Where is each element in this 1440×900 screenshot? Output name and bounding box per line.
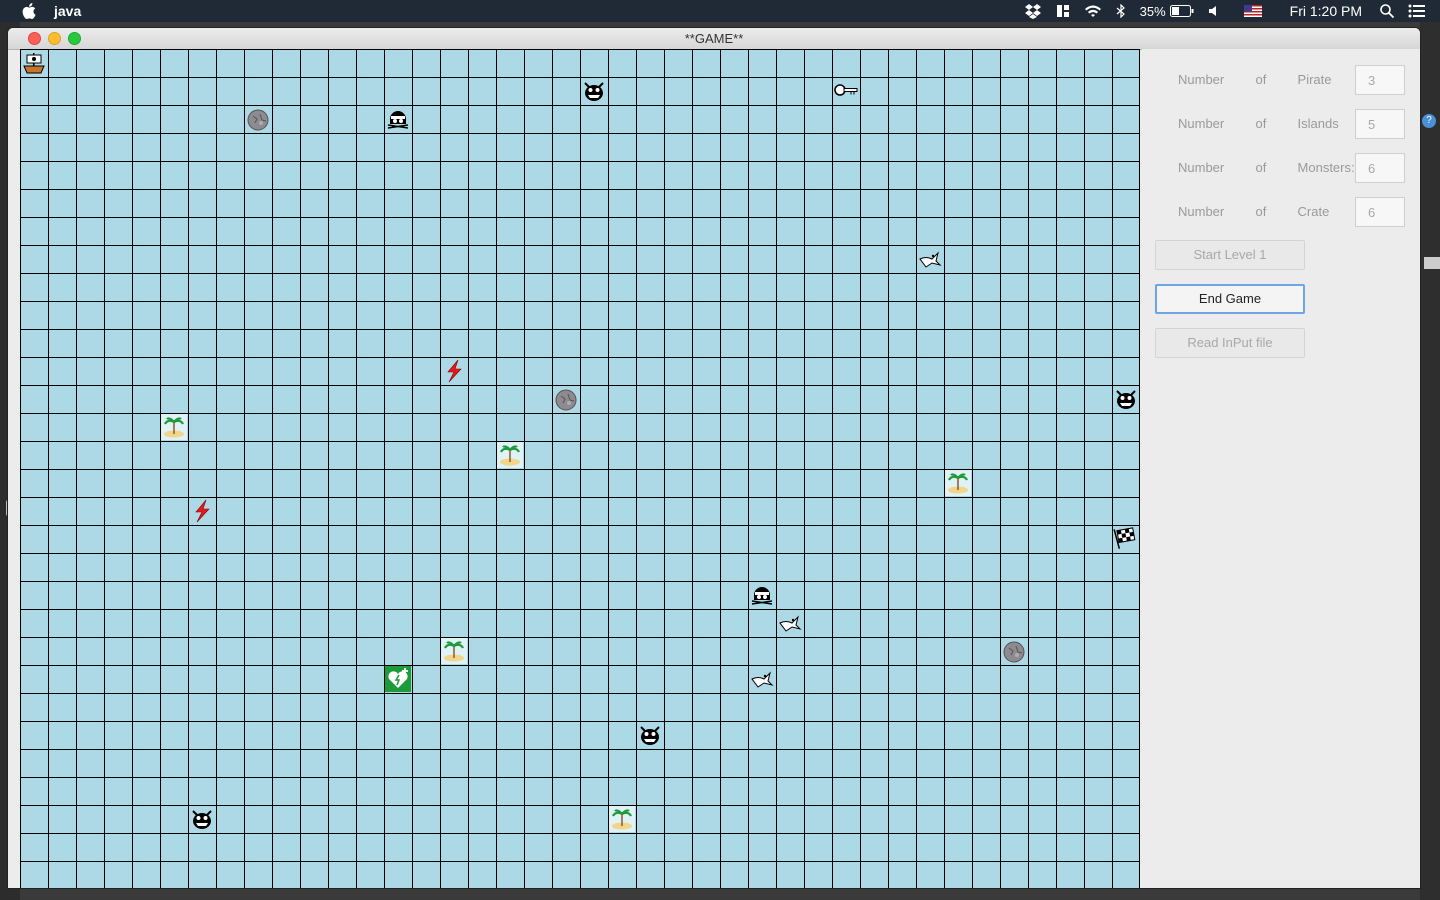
apple-menu-icon[interactable]: [20, 2, 38, 20]
battery-icon[interactable]: [1169, 0, 1194, 22]
monster-icon[interactable]: [636, 721, 664, 749]
crate-count-row: Number of Crate : 6: [1178, 197, 1418, 227]
settings-panel: Number of Pirate : 3 Number of Islands :…: [1142, 49, 1420, 888]
lightning-icon[interactable]: [188, 497, 216, 525]
battery-percent[interactable]: 35%: [1140, 0, 1166, 22]
flag-icon[interactable]: [1112, 525, 1140, 553]
island-count-row: Number of Islands : 5: [1178, 109, 1418, 139]
menu-bar: java 35% Fri 1:20 PM: [0, 0, 1440, 22]
pirate-ship-icon[interactable]: [20, 49, 48, 77]
read-input-file-button[interactable]: Read InPut file: [1155, 328, 1305, 358]
bird-icon[interactable]: [748, 665, 776, 693]
skull-icon[interactable]: [384, 105, 412, 133]
background-window-tab: [1424, 257, 1440, 269]
lightning-icon[interactable]: [440, 357, 468, 385]
notification-center-icon[interactable]: [1408, 0, 1426, 22]
monster-icon[interactable]: [580, 77, 608, 105]
key-icon[interactable]: [832, 77, 860, 105]
rock-icon[interactable]: [552, 385, 580, 413]
volume-icon[interactable]: [1208, 0, 1220, 22]
monster-count-field[interactable]: 6: [1355, 153, 1405, 183]
app-name[interactable]: java: [54, 3, 81, 19]
game-window: **GAME** Number of Pirate : 3 Number of …: [8, 28, 1420, 888]
island-icon[interactable]: [440, 637, 468, 665]
help-icon: ?: [1422, 114, 1436, 128]
island-count-field[interactable]: 5: [1355, 109, 1405, 139]
end-game-button[interactable]: End Game: [1155, 284, 1305, 314]
window-titlebar[interactable]: **GAME**: [8, 28, 1420, 50]
island-icon[interactable]: [944, 469, 972, 497]
pirate-count-field[interactable]: 3: [1355, 65, 1405, 95]
window-title: **GAME**: [684, 31, 744, 46]
health-icon[interactable]: [384, 665, 412, 693]
wifi-icon[interactable]: [1084, 0, 1102, 22]
island-icon[interactable]: [160, 413, 188, 441]
bluetooth-icon[interactable]: [1116, 0, 1126, 22]
spotlight-search-icon[interactable]: [1380, 0, 1394, 22]
monster-icon[interactable]: [1112, 385, 1140, 413]
clock[interactable]: Fri 1:20 PM: [1290, 0, 1362, 22]
start-level-button[interactable]: Start Level 1: [1155, 240, 1305, 270]
window-layout-icon[interactable]: [1056, 0, 1070, 22]
monster-count-label: Number of Monsters:: [1178, 160, 1355, 175]
game-board-grid[interactable]: [20, 49, 1140, 888]
skull-icon[interactable]: [748, 581, 776, 609]
island-count-label: Number of Islands :: [1178, 116, 1374, 131]
island-icon[interactable]: [496, 441, 524, 469]
dropbox-icon[interactable]: [1024, 0, 1042, 22]
island-icon[interactable]: [608, 805, 636, 833]
bird-icon[interactable]: [916, 245, 944, 273]
rock-icon[interactable]: [1000, 637, 1028, 665]
background-window-edge-right: ?: [1420, 22, 1440, 900]
monster-icon[interactable]: [188, 805, 216, 833]
bird-icon[interactable]: [776, 609, 804, 637]
us-flag-input-icon[interactable]: [1243, 0, 1262, 22]
pirate-count-row: Number of Pirate : 3: [1178, 65, 1418, 95]
monster-count-row: Number of Monsters: 6: [1178, 153, 1418, 183]
crate-count-field[interactable]: 6: [1355, 197, 1405, 227]
pirate-count-label: Number of Pirate :: [1178, 72, 1382, 87]
rock-icon[interactable]: [244, 105, 272, 133]
